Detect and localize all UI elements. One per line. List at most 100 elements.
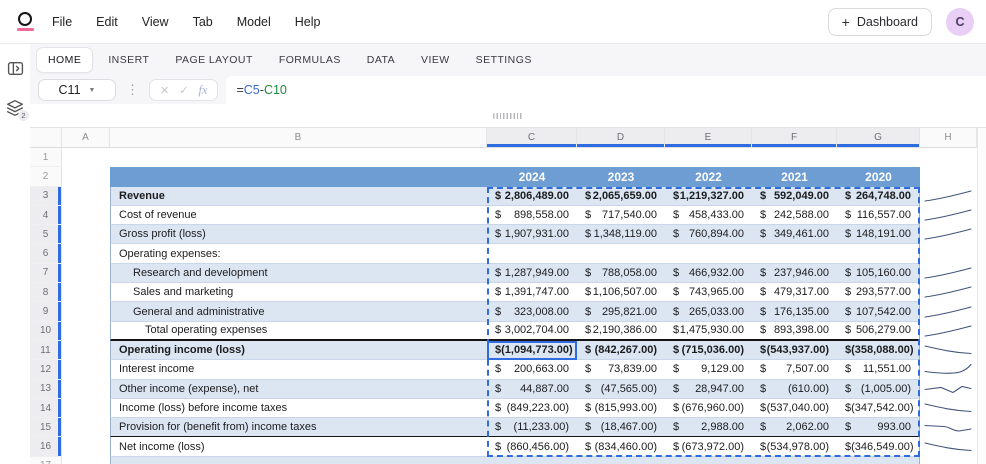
menu-item-model[interactable]: Model	[237, 15, 271, 29]
cell-sparkline-row-5[interactable]	[920, 225, 977, 245]
tab-formulas[interactable]: FORMULAS	[268, 48, 352, 72]
cell[interactable]	[62, 206, 110, 225]
cell-F5[interactable]: $349,461.00	[752, 225, 837, 245]
cell-E13[interactable]: $28,947.00	[665, 379, 752, 399]
cell[interactable]	[62, 418, 110, 437]
cell-F13[interactable]: $ (610.00)	[752, 379, 837, 399]
cell-D4[interactable]: $717,540.00	[577, 205, 665, 226]
vertical-scrollbar[interactable]	[977, 128, 986, 464]
cell-C15[interactable]: $ (11,233.00)	[487, 418, 577, 438]
cell-sparkline-row-15[interactable]	[920, 418, 977, 438]
cell-C4[interactable]: $898,558.00	[487, 205, 577, 226]
cell-sparkline-row-11[interactable]	[920, 340, 977, 361]
cell-C7[interactable]: $1,287,949.00	[487, 263, 577, 284]
cell-C12[interactable]: $200,663.00	[487, 360, 577, 380]
tab-insert[interactable]: INSERT	[97, 48, 160, 72]
cell-sparkline-row-13[interactable]	[920, 379, 977, 399]
cell-label-row-3[interactable]: Revenue	[110, 186, 487, 206]
row-header-7[interactable]: 7	[30, 263, 62, 284]
cell[interactable]	[62, 264, 110, 283]
cell-C3[interactable]: $2,806,489.00	[487, 186, 577, 206]
cell-F7[interactable]: $237,946.00	[752, 263, 837, 284]
column-header-a[interactable]: A	[62, 128, 110, 148]
cell-E12[interactable]: $9,129.00	[665, 360, 752, 380]
tab-settings[interactable]: SETTINGS	[465, 48, 543, 72]
cell-E8[interactable]: $743,965.00	[665, 283, 752, 303]
cell-F16[interactable]: $ (534,978.00)	[752, 437, 837, 457]
row-header-6[interactable]: 6	[30, 244, 62, 264]
cell-G6[interactable]	[837, 244, 920, 264]
cell-label-row-11[interactable]: Operating income (loss)	[110, 340, 487, 361]
cell-C6[interactable]	[487, 244, 577, 264]
confirm-formula-icon[interactable]: ✓	[179, 84, 188, 97]
cell-D17[interactable]	[577, 456, 665, 464]
cell[interactable]	[62, 341, 110, 360]
cell[interactable]	[110, 148, 977, 167]
row-header-15[interactable]: 15	[30, 418, 62, 438]
cell-G3[interactable]: $264,748.00	[837, 186, 920, 206]
cell-sparkline-row-8[interactable]	[920, 283, 977, 303]
row-header-5[interactable]: 5	[30, 225, 62, 245]
column-header-e[interactable]: E	[665, 128, 752, 148]
avatar[interactable]: C	[946, 7, 974, 36]
cell[interactable]	[62, 302, 110, 321]
cell-G14[interactable]: $ (347,542.00)	[837, 398, 920, 419]
cell-D8[interactable]: $1,106,507.00	[577, 283, 665, 303]
cell-C13[interactable]: $44,887.00	[487, 379, 577, 399]
panel-drag-handle[interactable]	[493, 112, 523, 119]
cell-G5[interactable]: $148,191.00	[837, 225, 920, 245]
cell-F6[interactable]	[752, 244, 837, 264]
dashboard-button[interactable]: + Dashboard	[827, 7, 932, 36]
cell-C10[interactable]: $3,002,704.00	[487, 321, 577, 341]
cell-E11[interactable]: $ (715,036.00)	[665, 340, 752, 361]
cell-sparkline-row-3[interactable]	[920, 186, 977, 206]
cell-F11[interactable]: $ (543,937.00)	[752, 340, 837, 361]
column-header-c[interactable]: C	[487, 128, 577, 148]
year-header-cell[interactable]: 2024	[487, 167, 577, 187]
tab-page-layout[interactable]: PAGE LAYOUT	[164, 48, 264, 72]
row-header-2[interactable]: 2	[30, 167, 62, 187]
cell[interactable]	[62, 399, 110, 418]
layers-icon[interactable]: 2	[6, 99, 29, 121]
grid-corner[interactable]	[30, 128, 62, 148]
cell-E9[interactable]: $265,033.00	[665, 302, 752, 322]
cell-D16[interactable]: $ (834,460.00)	[577, 437, 665, 457]
cell-label-row-7[interactable]: Research and development	[110, 263, 487, 284]
cell[interactable]	[110, 167, 487, 187]
cell-E14[interactable]: $ (676,960.00)	[665, 398, 752, 419]
cell[interactable]	[62, 225, 110, 244]
cell-label-row-10[interactable]: Total operating expenses	[110, 321, 487, 341]
panel-toggle-icon[interactable]	[7, 60, 24, 77]
cell-G16[interactable]: $ (346,549.00)	[837, 437, 920, 457]
cell-sparkline-row-7[interactable]	[920, 263, 977, 284]
more-options-icon[interactable]: ⋮	[126, 82, 139, 98]
cell-label-row-4[interactable]: Cost of revenue	[110, 205, 487, 226]
row-header-14[interactable]: 14	[30, 398, 62, 419]
cell-D10[interactable]: $2,190,386.00	[577, 321, 665, 341]
cell-F3[interactable]: $592,049.00	[752, 186, 837, 206]
row-header-11[interactable]: 11	[30, 340, 62, 361]
row-header-1[interactable]: 1	[30, 148, 62, 168]
cell-G4[interactable]: $116,557.00	[837, 205, 920, 226]
cell[interactable]	[62, 380, 110, 399]
row-header-13[interactable]: 13	[30, 379, 62, 399]
cell-E7[interactable]: $466,932.00	[665, 263, 752, 284]
cell-C17[interactable]	[487, 456, 577, 464]
fx-icon[interactable]: fx	[198, 83, 207, 98]
cell-G11[interactable]: $ (358,088.00)	[837, 340, 920, 361]
cell-E5[interactable]: $760,894.00	[665, 225, 752, 245]
cell[interactable]	[62, 457, 110, 464]
cell-C5[interactable]: $1,907,931.00	[487, 225, 577, 245]
cell-D15[interactable]: $ (18,467.00)	[577, 418, 665, 438]
row-header-9[interactable]: 9	[30, 302, 62, 322]
cell-E10[interactable]: $1,475,930.00	[665, 321, 752, 341]
cell-C11[interactable]: $ (1,094,773.00)	[487, 340, 577, 361]
cell-D9[interactable]: $295,821.00	[577, 302, 665, 322]
cell-E17[interactable]	[665, 456, 752, 464]
cell[interactable]	[62, 187, 110, 206]
row-header-12[interactable]: 12	[30, 360, 62, 380]
column-header-f[interactable]: F	[752, 128, 837, 148]
cell-G17[interactable]	[837, 456, 920, 464]
cell-label-row-12[interactable]: Interest income	[110, 360, 487, 380]
cell-F4[interactable]: $242,588.00	[752, 205, 837, 226]
